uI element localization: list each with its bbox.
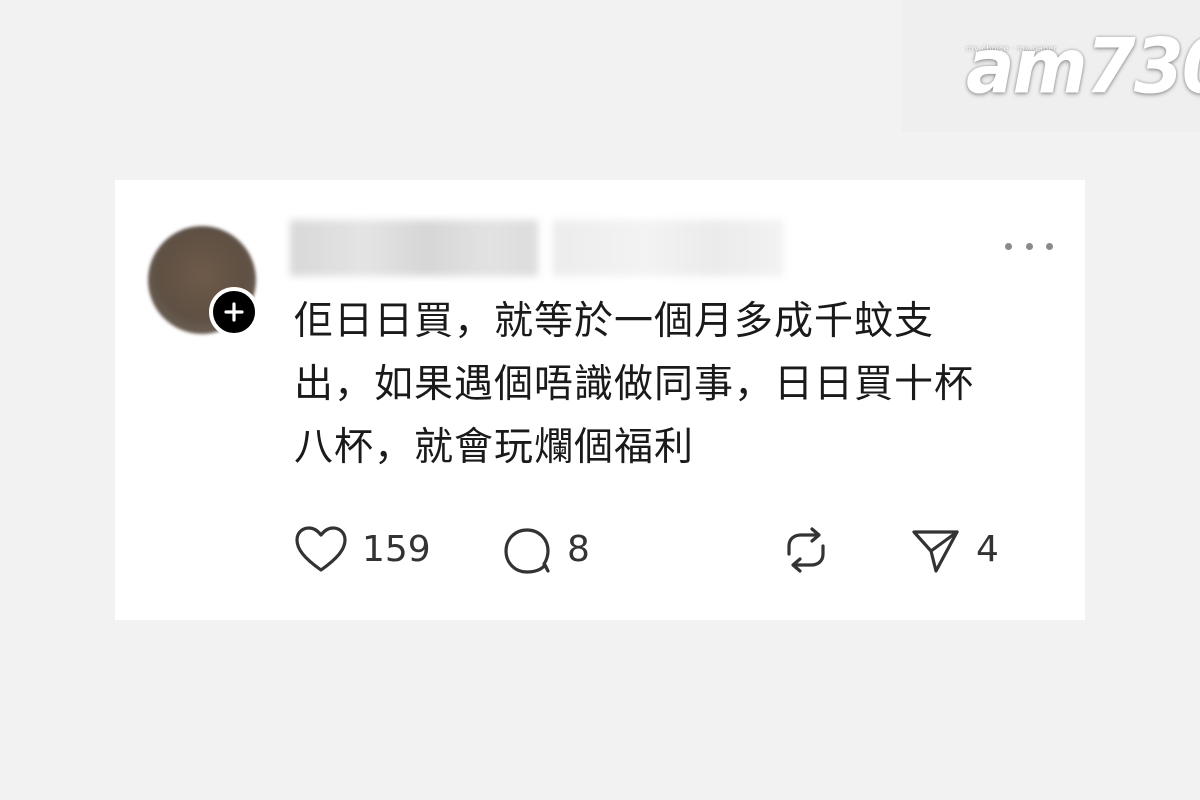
repost-button[interactable] [780,523,832,577]
post-text-line: 八杯，就會玩爛個福利 [294,425,695,470]
plus-icon [224,302,244,322]
watermark-logo: am730 [966,21,1200,111]
reply-button[interactable]: 8 [501,523,590,577]
like-count: 159 [362,529,431,570]
post-text-line: 出，如果遇個唔識做同事，日日買十杯 [294,362,975,407]
reply-count: 8 [567,529,590,570]
share-count: 4 [976,529,999,570]
more-horizontal-icon-dot [1005,242,1012,250]
send-icon [912,530,959,573]
like-button[interactable]: 159 [294,523,431,577]
comment-bubble-icon [504,528,550,574]
more-horizontal-icon-dot [1046,242,1053,250]
post-body: 佢日日買，就等於一個月多成千蚊支 出，如果遇個唔識做同事，日日買十杯 八杯，就會… [294,290,1074,479]
more-options-button[interactable] [1005,236,1053,256]
blurred-post-meta [553,220,783,276]
blurred-username [290,220,538,276]
post-text-line: 佢日日買，就等於一個月多成千蚊支 [294,299,935,344]
repost-icon [787,527,825,573]
heart-icon [295,526,347,572]
share-button[interactable]: 4 [910,523,999,577]
post-actions: 159 8 4 [294,523,999,577]
more-horizontal-icon-dot [1025,242,1033,250]
post-card: 佢日日買，就等於一個月多成千蚊支 出，如果遇個唔識做同事，日日買十杯 八杯，就會… [115,180,1085,620]
follow-button[interactable] [209,287,259,337]
